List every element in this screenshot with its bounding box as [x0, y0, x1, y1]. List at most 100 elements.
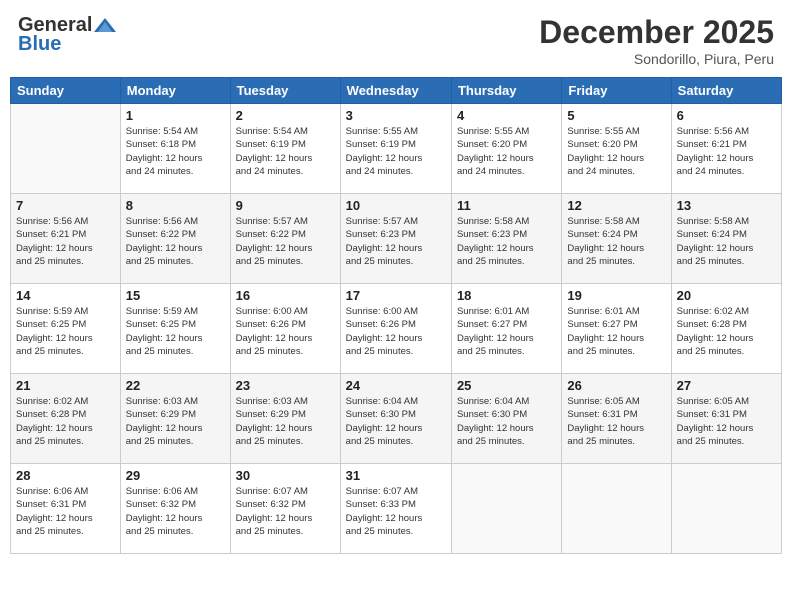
day-number: 23 [236, 378, 335, 393]
day-number: 31 [346, 468, 446, 483]
calendar-cell-w3-d6: 20 Sunrise: 6:02 AMSunset: 6:28 PMDayligh… [671, 284, 781, 374]
day-number: 2 [236, 108, 335, 123]
day-number: 13 [677, 198, 776, 213]
calendar-cell-w2-d0: 7Sunrise: 5:56 AMSunset: 6:21 PMDaylight… [11, 194, 121, 284]
calendar-cell-w5-d1: 29 Sunrise: 6:06 AMSunset: 6:32 PMDayligh… [120, 464, 230, 554]
day-info: Sunrise: 6:07 AMSunset: 6:32 PMDaylight:… [236, 485, 335, 538]
col-saturday: Saturday [671, 78, 781, 104]
day-info: Sunrise: 6:03 AMSunset: 6:29 PMDaylight:… [236, 395, 335, 448]
calendar-cell-w3-d3: 17 Sunrise: 6:00 AMSunset: 6:26 PMDayligh… [340, 284, 451, 374]
calendar-cell-w2-d4: 11 Sunrise: 5:58 AMSunset: 6:23 PMDayligh… [451, 194, 561, 284]
day-number: 16 [236, 288, 335, 303]
day-info: Sunrise: 5:59 AMSunset: 6:25 PMDaylight:… [126, 305, 225, 358]
calendar-cell-w2-d5: 12 Sunrise: 5:58 AMSunset: 6:24 PMDayligh… [562, 194, 671, 284]
day-info: Sunrise: 6:02 AMSunset: 6:28 PMDaylight:… [16, 395, 115, 448]
calendar-cell-w3-d1: 15 Sunrise: 5:59 AMSunset: 6:25 PMDayligh… [120, 284, 230, 374]
col-monday: Monday [120, 78, 230, 104]
calendar-cell-w1-d1: 1 Sunrise: 5:54 AMSunset: 6:18 PMDaylight… [120, 104, 230, 194]
calendar-cell-w5-d5 [562, 464, 671, 554]
day-number: 11 [457, 198, 556, 213]
day-info: Sunrise: 6:01 AMSunset: 6:27 PMDaylight:… [567, 305, 665, 358]
page-header: General Blue December 2025 Sondorillo, P… [10, 10, 782, 71]
day-number: 10 [346, 198, 446, 213]
day-info: Sunrise: 5:54 AMSunset: 6:18 PMDaylight:… [126, 125, 225, 178]
calendar-header-row: Sunday Monday Tuesday Wednesday Thursday… [11, 78, 782, 104]
day-info: Sunrise: 5:58 AMSunset: 6:24 PMDaylight:… [677, 215, 776, 268]
day-info: Sunrise: 5:59 AMSunset: 6:25 PMDaylight:… [16, 305, 115, 358]
calendar-cell-w3-d2: 16Sunrise: 6:00 AMSunset: 6:26 PMDayligh… [230, 284, 340, 374]
week-row-2: 7Sunrise: 5:56 AMSunset: 6:21 PMDaylight… [11, 194, 782, 284]
day-number: 28 [16, 468, 115, 483]
day-number: 9 [236, 198, 335, 213]
day-number: 18 [457, 288, 556, 303]
week-row-4: 21 Sunrise: 6:02 AMSunset: 6:28 PMDayligh… [11, 374, 782, 464]
calendar-cell-w2-d1: 8Sunrise: 5:56 AMSunset: 6:22 PMDaylight… [120, 194, 230, 284]
week-row-3: 14 Sunrise: 5:59 AMSunset: 6:25 PMDayligh… [11, 284, 782, 374]
day-info: Sunrise: 6:07 AMSunset: 6:33 PMDaylight:… [346, 485, 446, 538]
day-info: Sunrise: 6:06 AMSunset: 6:31 PMDaylight:… [16, 485, 115, 538]
day-number: 12 [567, 198, 665, 213]
calendar-cell-w5-d2: 30 Sunrise: 6:07 AMSunset: 6:32 PMDayligh… [230, 464, 340, 554]
day-info: Sunrise: 6:05 AMSunset: 6:31 PMDaylight:… [677, 395, 776, 448]
col-tuesday: Tuesday [230, 78, 340, 104]
day-info: Sunrise: 5:58 AMSunset: 6:23 PMDaylight:… [457, 215, 556, 268]
day-info: Sunrise: 5:54 AMSunset: 6:19 PMDaylight:… [236, 125, 335, 178]
calendar-cell-w2-d6: 13 Sunrise: 5:58 AMSunset: 6:24 PMDayligh… [671, 194, 781, 284]
day-info: Sunrise: 6:05 AMSunset: 6:31 PMDaylight:… [567, 395, 665, 448]
calendar-cell-w3-d4: 18Sunrise: 6:01 AMSunset: 6:27 PMDayligh… [451, 284, 561, 374]
day-info: Sunrise: 5:56 AMSunset: 6:22 PMDaylight:… [126, 215, 225, 268]
calendar-cell-w3-d5: 19 Sunrise: 6:01 AMSunset: 6:27 PMDayligh… [562, 284, 671, 374]
col-thursday: Thursday [451, 78, 561, 104]
day-number: 29 [126, 468, 225, 483]
day-info: Sunrise: 5:55 AMSunset: 6:20 PMDaylight:… [567, 125, 665, 178]
day-info: Sunrise: 6:04 AMSunset: 6:30 PMDaylight:… [346, 395, 446, 448]
day-info: Sunrise: 6:04 AMSunset: 6:30 PMDaylight:… [457, 395, 556, 448]
calendar-cell-w1-d4: 4Sunrise: 5:55 AMSunset: 6:20 PMDaylight… [451, 104, 561, 194]
calendar-cell-w1-d2: 2 Sunrise: 5:54 AMSunset: 6:19 PMDaylight… [230, 104, 340, 194]
calendar-cell-w5-d3: 31 Sunrise: 6:07 AMSunset: 6:33 PMDayligh… [340, 464, 451, 554]
logo: General Blue [18, 14, 116, 56]
calendar-cell-w1-d0 [11, 104, 121, 194]
calendar-cell-w2-d3: 10Sunrise: 5:57 AMSunset: 6:23 PMDayligh… [340, 194, 451, 284]
calendar-cell-w5-d6 [671, 464, 781, 554]
calendar-cell-w4-d1: 22 Sunrise: 6:03 AMSunset: 6:29 PMDayligh… [120, 374, 230, 464]
day-info: Sunrise: 6:03 AMSunset: 6:29 PMDaylight:… [126, 395, 225, 448]
day-number: 1 [126, 108, 225, 123]
day-number: 27 [677, 378, 776, 393]
calendar-cell-w4-d3: 24 Sunrise: 6:04 AMSunset: 6:30 PMDayligh… [340, 374, 451, 464]
day-info: Sunrise: 5:56 AMSunset: 6:21 PMDaylight:… [677, 125, 776, 178]
calendar-cell-w4-d5: 26 Sunrise: 6:05 AMSunset: 6:31 PMDayligh… [562, 374, 671, 464]
calendar-table: Sunday Monday Tuesday Wednesday Thursday… [10, 77, 782, 554]
logo-icon [94, 18, 116, 34]
day-number: 22 [126, 378, 225, 393]
day-number: 20 [677, 288, 776, 303]
calendar-cell-w3-d0: 14 Sunrise: 5:59 AMSunset: 6:25 PMDayligh… [11, 284, 121, 374]
day-info: Sunrise: 5:55 AMSunset: 6:19 PMDaylight:… [346, 125, 446, 178]
day-number: 15 [126, 288, 225, 303]
day-number: 21 [16, 378, 115, 393]
day-number: 26 [567, 378, 665, 393]
week-row-5: 28 Sunrise: 6:06 AMSunset: 6:31 PMDayligh… [11, 464, 782, 554]
calendar-cell-w1-d5: 5 Sunrise: 5:55 AMSunset: 6:20 PMDaylight… [562, 104, 671, 194]
day-info: Sunrise: 6:02 AMSunset: 6:28 PMDaylight:… [677, 305, 776, 358]
calendar-cell-w1-d3: 3 Sunrise: 5:55 AMSunset: 6:19 PMDaylight… [340, 104, 451, 194]
day-number: 5 [567, 108, 665, 123]
day-number: 25 [457, 378, 556, 393]
calendar-cell-w4-d6: 27 Sunrise: 6:05 AMSunset: 6:31 PMDayligh… [671, 374, 781, 464]
col-friday: Friday [562, 78, 671, 104]
day-number: 3 [346, 108, 446, 123]
col-sunday: Sunday [11, 78, 121, 104]
day-info: Sunrise: 6:00 AMSunset: 6:26 PMDaylight:… [346, 305, 446, 358]
day-number: 30 [236, 468, 335, 483]
calendar-cell-w1-d6: 6Sunrise: 5:56 AMSunset: 6:21 PMDaylight… [671, 104, 781, 194]
day-number: 14 [16, 288, 115, 303]
day-info: Sunrise: 5:58 AMSunset: 6:24 PMDaylight:… [567, 215, 665, 268]
day-number: 17 [346, 288, 446, 303]
day-number: 24 [346, 378, 446, 393]
day-number: 19 [567, 288, 665, 303]
location: Sondorillo, Piura, Peru [539, 51, 774, 67]
day-info: Sunrise: 5:57 AMSunset: 6:22 PMDaylight:… [236, 215, 335, 268]
calendar-cell-w2-d2: 9 Sunrise: 5:57 AMSunset: 6:22 PMDaylight… [230, 194, 340, 284]
calendar-cell-w5-d4 [451, 464, 561, 554]
day-info: Sunrise: 6:06 AMSunset: 6:32 PMDaylight:… [126, 485, 225, 538]
